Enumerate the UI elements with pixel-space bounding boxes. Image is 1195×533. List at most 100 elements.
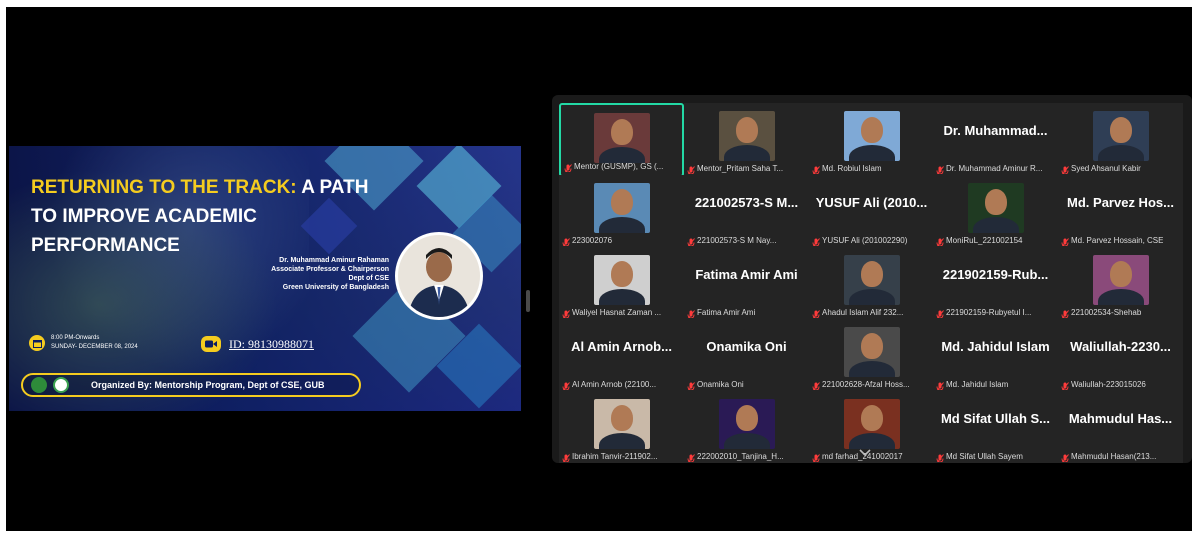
organizer-bar: Organized By: Mentorship Program, Dept o… [21,373,361,397]
participant-label: Md. Robiul Islam [812,162,931,174]
meeting-id-text: ID: 98130988071 [229,336,314,351]
participant-tile[interactable]: YUSUF Ali (2010... YUSUF Ali (201002290) [809,175,934,249]
participant-display-name: Md. Parvez Hos... [1067,195,1174,210]
muted-mic-icon [936,163,944,174]
participant-tile[interactable]: Mahmudul Has... Mahmudul Hasan(213... [1058,391,1183,463]
participant-tile[interactable]: Waliullah-2230... Waliullah-223015026 [1058,319,1183,393]
participant-name: Md. Robiul Islam [822,163,882,173]
participant-tile[interactable]: Mentor (GUSMP), GS (... [559,103,684,177]
participant-name: Waliyel Hasnat Zaman ... [572,307,662,317]
participant-tile[interactable]: Onamika Oni Onamika Oni [684,319,809,393]
participant-video [1092,255,1149,305]
muted-mic-icon [687,235,695,246]
participant-display-name: Fatima Amir Ami [695,267,798,282]
participant-label: 223002076 [562,234,681,246]
chevron-down-icon[interactable] [858,448,872,458]
participant-video [593,255,650,305]
muted-mic-icon [936,307,944,318]
participant-tile[interactable]: 222002010_Tanjina_H... [684,391,809,463]
participant-label: Waliullah-223015026 [1061,378,1180,390]
muted-mic-icon [1061,379,1069,390]
participant-name: 221002573-S M Nay... [697,235,777,245]
muted-mic-icon [687,307,695,318]
speaker-photo [395,232,483,320]
participant-display-name: YUSUF Ali (2010... [815,195,928,210]
participant-label: 221002628-Afzal Hoss... [812,378,931,390]
muted-mic-icon [562,235,570,246]
participant-video [843,327,900,377]
muted-mic-icon [936,235,944,246]
participant-name: YUSUF Ali (201002290) [822,235,908,245]
muted-mic-icon [812,379,820,390]
muted-mic-icon [936,451,944,462]
participant-tile[interactable]: 223002076 [559,175,684,249]
participant-display-name: Dr. Muhammad... [943,123,1048,138]
participant-tile[interactable]: Md. Jahidul Islam Md. Jahidul Islam [933,319,1058,393]
participant-label: 221002534-Shehab [1061,306,1180,318]
participant-label: Mahmudul Hasan(213... [1061,450,1180,462]
participant-tile[interactable]: 221002573-S M... 221002573-S M Nay... [684,175,809,249]
participant-video [843,399,900,449]
participant-label: Md Sifat Ullah Sayem [936,450,1055,462]
university-logo-icon [31,377,47,393]
event-time: 8:00 PM-Onwards SUNDAY- DECEMBER 08, 202… [29,334,138,352]
participant-name: 221002628-Afzal Hoss... [822,379,910,389]
participant-name: Onamika Oni [697,379,744,389]
participant-display-name: Waliullah-2230... [1070,339,1171,354]
event-time-text: 8:00 PM-Onwards [51,335,100,341]
participant-display-name: Md Sifat Ullah S... [940,411,1051,426]
speaker-university: Green University of Bangladesh [282,284,389,291]
participant-name: Fatima Amir Ami [697,307,756,317]
participant-display-name: 221002573-S M... [694,195,799,210]
participant-video [593,113,650,163]
participant-name: 221902159-Rubyetul I... [946,307,1032,317]
meeting-window: RETURNING TO THE TRACK: A PATH TO IMPROV… [6,7,1192,531]
participant-tile[interactable]: MoniRuL_221002154 [933,175,1058,249]
participant-tile[interactable]: Ibrahim Tanvir-211902... [559,391,684,463]
participant-tile[interactable]: 221902159-Rub... 221902159-Rubyetul I... [933,247,1058,321]
participant-display-name: Onamika Oni [706,339,787,354]
participant-label: 221902159-Rubyetul I... [936,306,1055,318]
participant-label: Mentor_Pritam Saha T... [687,162,806,174]
participant-tile[interactable]: Md Sifat Ullah S... Md Sifat Ullah Sayem [933,391,1058,463]
participant-label: 222002010_Tanjina_H... [687,450,806,462]
participant-tile[interactable]: Waliyel Hasnat Zaman ... [559,247,684,321]
muted-mic-icon [687,379,695,390]
participant-name: Al Amin Arnob (22100... [572,379,657,389]
participant-label: Waliyel Hasnat Zaman ... [562,306,681,318]
muted-mic-icon [687,163,695,174]
participant-tile[interactable]: Syed Ahsanul Kabir [1058,103,1183,177]
participant-tile[interactable]: Mentor_Pritam Saha T... [684,103,809,177]
participant-tile[interactable]: Md. Robiul Islam [809,103,934,177]
participant-video [843,255,900,305]
participant-label: Syed Ahsanul Kabir [1061,162,1180,174]
speaker-dept: Dept of CSE [348,275,389,282]
participant-tile[interactable]: 221002628-Afzal Hoss... [809,319,934,393]
muted-mic-icon [1061,235,1069,246]
participant-label: Md. Parvez Hossain, CSE [1061,234,1180,246]
participant-tile[interactable]: 221002534-Shehab [1058,247,1183,321]
participant-label: Al Amin Arnob (22100... [562,378,681,390]
participant-tile[interactable]: Ahadul Islam Alif 232... [809,247,934,321]
split-view-handle[interactable] [526,290,530,312]
muted-mic-icon [1061,163,1069,174]
speaker-name: Dr. Muhammad Aminur Rahaman [279,257,389,264]
event-date-text: SUNDAY- DECEMBER 08, 2024 [51,344,138,350]
participant-tile[interactable]: Al Amin Arnob... Al Amin Arnob (22100... [559,319,684,393]
speaker-title: Associate Professor & Chairperson [271,266,389,273]
participant-label: Mentor (GUSMP), GS (... [564,160,679,172]
muted-mic-icon [562,379,570,390]
participant-tile[interactable]: Dr. Muhammad... Dr. Muhammad Aminur R... [933,103,1058,177]
muted-mic-icon [1061,451,1069,462]
participant-tile[interactable]: Fatima Amir Ami Fatima Amir Ami [684,247,809,321]
calendar-icon [29,335,45,351]
participant-label: Md. Jahidul Islam [936,378,1055,390]
participant-tile[interactable]: Md. Parvez Hos... Md. Parvez Hossain, CSE [1058,175,1183,249]
muted-mic-icon [564,161,572,172]
participant-label: 221002573-S M Nay... [687,234,806,246]
participant-video [718,111,775,161]
participant-name: Waliullah-223015026 [1071,379,1146,389]
participant-name: Ibrahim Tanvir-211902... [572,451,658,461]
participant-name: Ahadul Islam Alif 232... [822,307,904,317]
muted-mic-icon [562,451,570,462]
